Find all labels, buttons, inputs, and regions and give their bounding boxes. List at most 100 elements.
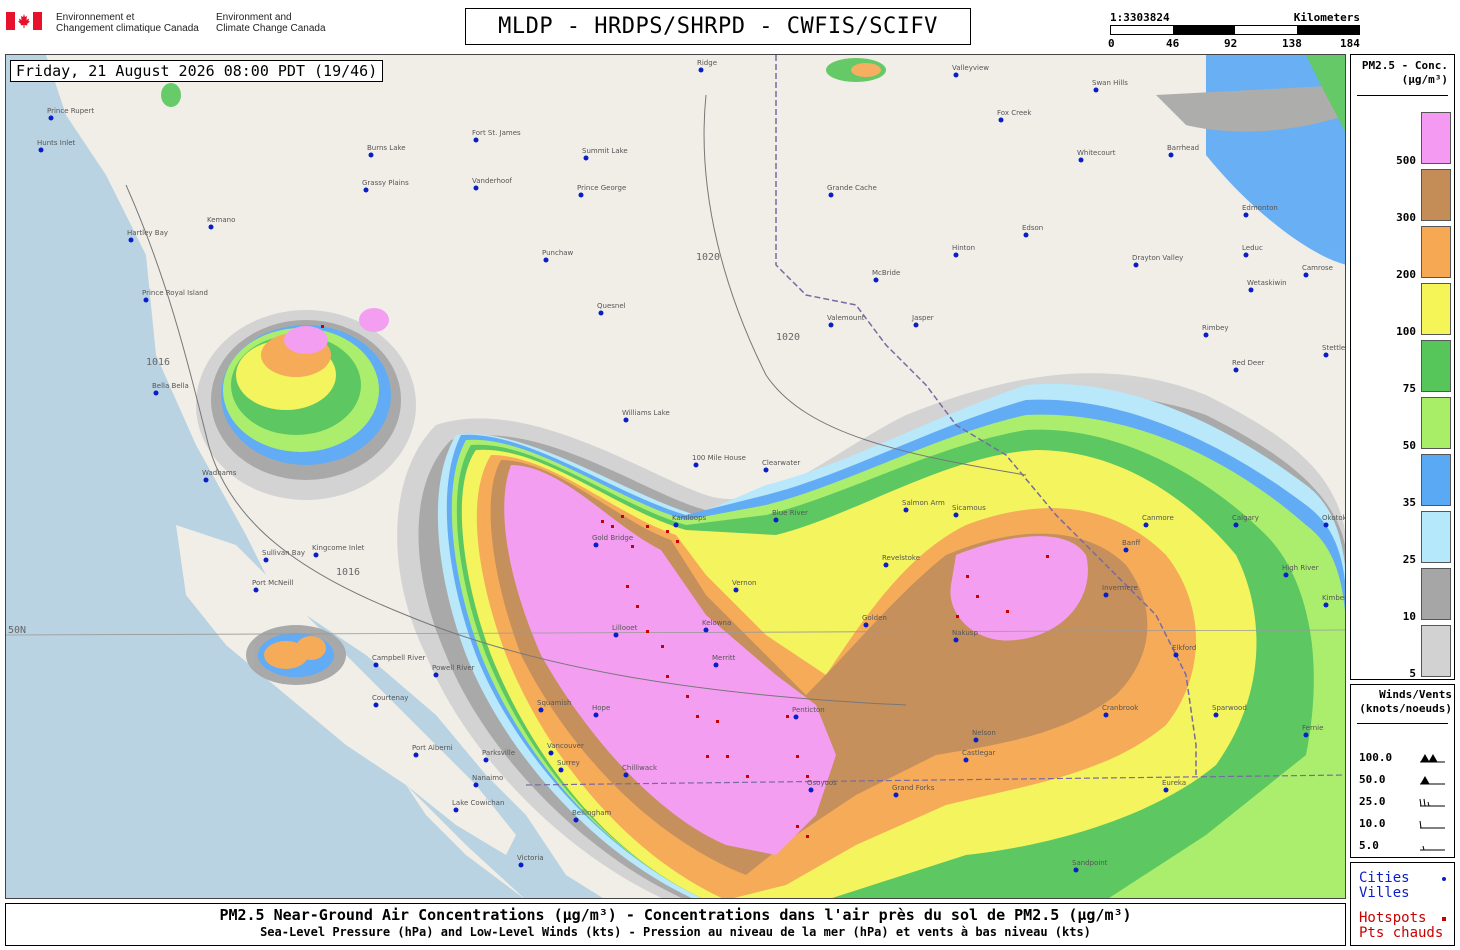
city-dot <box>578 192 584 198</box>
winds-legend: Winds/Vents (knots/noeuds) 100.0 50.0 25… <box>1350 684 1455 858</box>
isobar-label: 1016 <box>336 567 360 578</box>
city-dot <box>1213 712 1219 718</box>
city-dot <box>1163 787 1169 793</box>
city-label: Invermere <box>1102 584 1138 592</box>
city-dot <box>433 672 439 678</box>
legend-swatch <box>1421 283 1451 335</box>
hotspot-marker <box>661 645 664 648</box>
hotspot-marker <box>686 695 689 698</box>
wind-barb-5-icon <box>1420 845 1445 851</box>
city-label: McBride <box>872 269 900 277</box>
city-label: Ridge <box>697 59 717 67</box>
city-dot <box>208 224 214 230</box>
city-dot <box>153 390 159 396</box>
hotspot-marker <box>611 525 614 528</box>
city-label: Canmore <box>1142 514 1174 522</box>
wind-speed-label: 5.0 <box>1359 839 1379 852</box>
city-label: Wetaskiwin <box>1247 279 1287 287</box>
city-dot <box>1133 262 1139 268</box>
city-dot <box>1283 572 1289 578</box>
city-label: Prince George <box>577 184 626 192</box>
city-dot <box>903 507 909 513</box>
city-dot <box>713 662 719 668</box>
city-dot <box>413 752 419 758</box>
hotspot-marker <box>796 825 799 828</box>
hotspot-marker <box>636 605 639 608</box>
concentration-legend: PM2.5 - Conc. (µg/m³) 500 300 200 100 75 50 35… <box>1350 54 1455 680</box>
city-label: Squamish <box>537 699 571 707</box>
legend-label: 35 <box>1402 496 1416 509</box>
hotspot-marker <box>666 530 669 533</box>
city-dot <box>1103 592 1109 598</box>
city-dot <box>698 67 704 73</box>
scale-bars <box>1110 25 1360 35</box>
city-label: Valemount <box>827 314 865 322</box>
hotspot-marker <box>726 755 729 758</box>
city-label: Powell River <box>432 664 475 672</box>
city-dot <box>473 782 479 788</box>
city-label: Eureka <box>1162 779 1186 787</box>
key-villes: Villes <box>1359 885 1410 901</box>
city-label: Hinton <box>952 244 975 252</box>
legend-swatch <box>1421 454 1451 506</box>
latitude-label: 50N <box>8 625 26 636</box>
city-label: Golden <box>862 614 887 622</box>
city-label: Jasper <box>911 314 934 322</box>
city-label: Castlegar <box>962 749 996 757</box>
city-dot <box>38 147 44 153</box>
city-label: Barrhead <box>1167 144 1199 152</box>
city-dot <box>1243 252 1249 258</box>
legend-swatch <box>1421 568 1451 620</box>
city-label: Punchaw <box>542 249 574 257</box>
city-label: Edmonton <box>1242 204 1278 212</box>
city-label: Okotoks <box>1322 514 1346 522</box>
city-dot <box>1123 547 1129 553</box>
city-dot <box>543 257 549 263</box>
hotspot-marker <box>601 520 604 523</box>
city-dot <box>613 632 619 638</box>
city-dot <box>913 322 919 328</box>
city-dot <box>883 562 889 568</box>
scale-tick: 184 <box>1340 37 1360 50</box>
city-label: Rimbey <box>1202 324 1229 332</box>
city-dot <box>973 737 979 743</box>
city-label: Chilliwack <box>622 764 658 772</box>
city-dot <box>623 772 629 778</box>
hotspot-marker <box>696 715 699 718</box>
city-label: Grassy Plains <box>362 179 409 187</box>
government-identity: Environnement et Changement climatique C… <box>6 12 346 34</box>
legend-swatch <box>1421 511 1451 563</box>
city-label: Kamloops <box>672 514 707 522</box>
city-label: Williams Lake <box>622 409 670 417</box>
city-label: Kelowna <box>702 619 731 627</box>
city-label: High River <box>1282 564 1319 572</box>
city-label: Elkford <box>1172 644 1196 652</box>
city-dot <box>593 712 599 718</box>
city-label: Gold Bridge <box>592 534 633 542</box>
symbol-key: Cities Villes Hotspots Pts chauds <box>1350 862 1455 946</box>
legend-swatch <box>1421 169 1451 221</box>
smoke-main-plume <box>397 373 1345 898</box>
city-dot <box>953 72 959 78</box>
city-dot <box>623 417 629 423</box>
city-dot <box>48 115 54 121</box>
caption-line-1: PM2.5 Near-Ground Air Concentrations (µg… <box>219 906 1132 924</box>
city-label: Edson <box>1022 224 1043 232</box>
city-label: Valleyview <box>952 64 989 72</box>
city-dot <box>863 622 869 628</box>
isobar-label: 1016 <box>146 357 170 368</box>
hotspot-marker <box>676 540 679 543</box>
city-label: Grande Cache <box>827 184 877 192</box>
city-label: Camrose <box>1302 264 1333 272</box>
city-dot <box>953 252 959 258</box>
city-label: Lillooet <box>612 624 638 632</box>
city-dot <box>473 137 479 143</box>
city-label: Clearwater <box>762 459 800 467</box>
city-label: Fox Creek <box>997 109 1032 117</box>
city-dot <box>1303 272 1309 278</box>
city-dot-icon <box>1442 877 1446 881</box>
city-dot <box>998 117 1004 123</box>
city-dot <box>1073 867 1079 873</box>
map-canvas[interactable]: Prince Rupert Hunts Inlet Burns Lake Fort S… <box>5 54 1346 899</box>
city-label: Red Deer <box>1232 359 1265 367</box>
